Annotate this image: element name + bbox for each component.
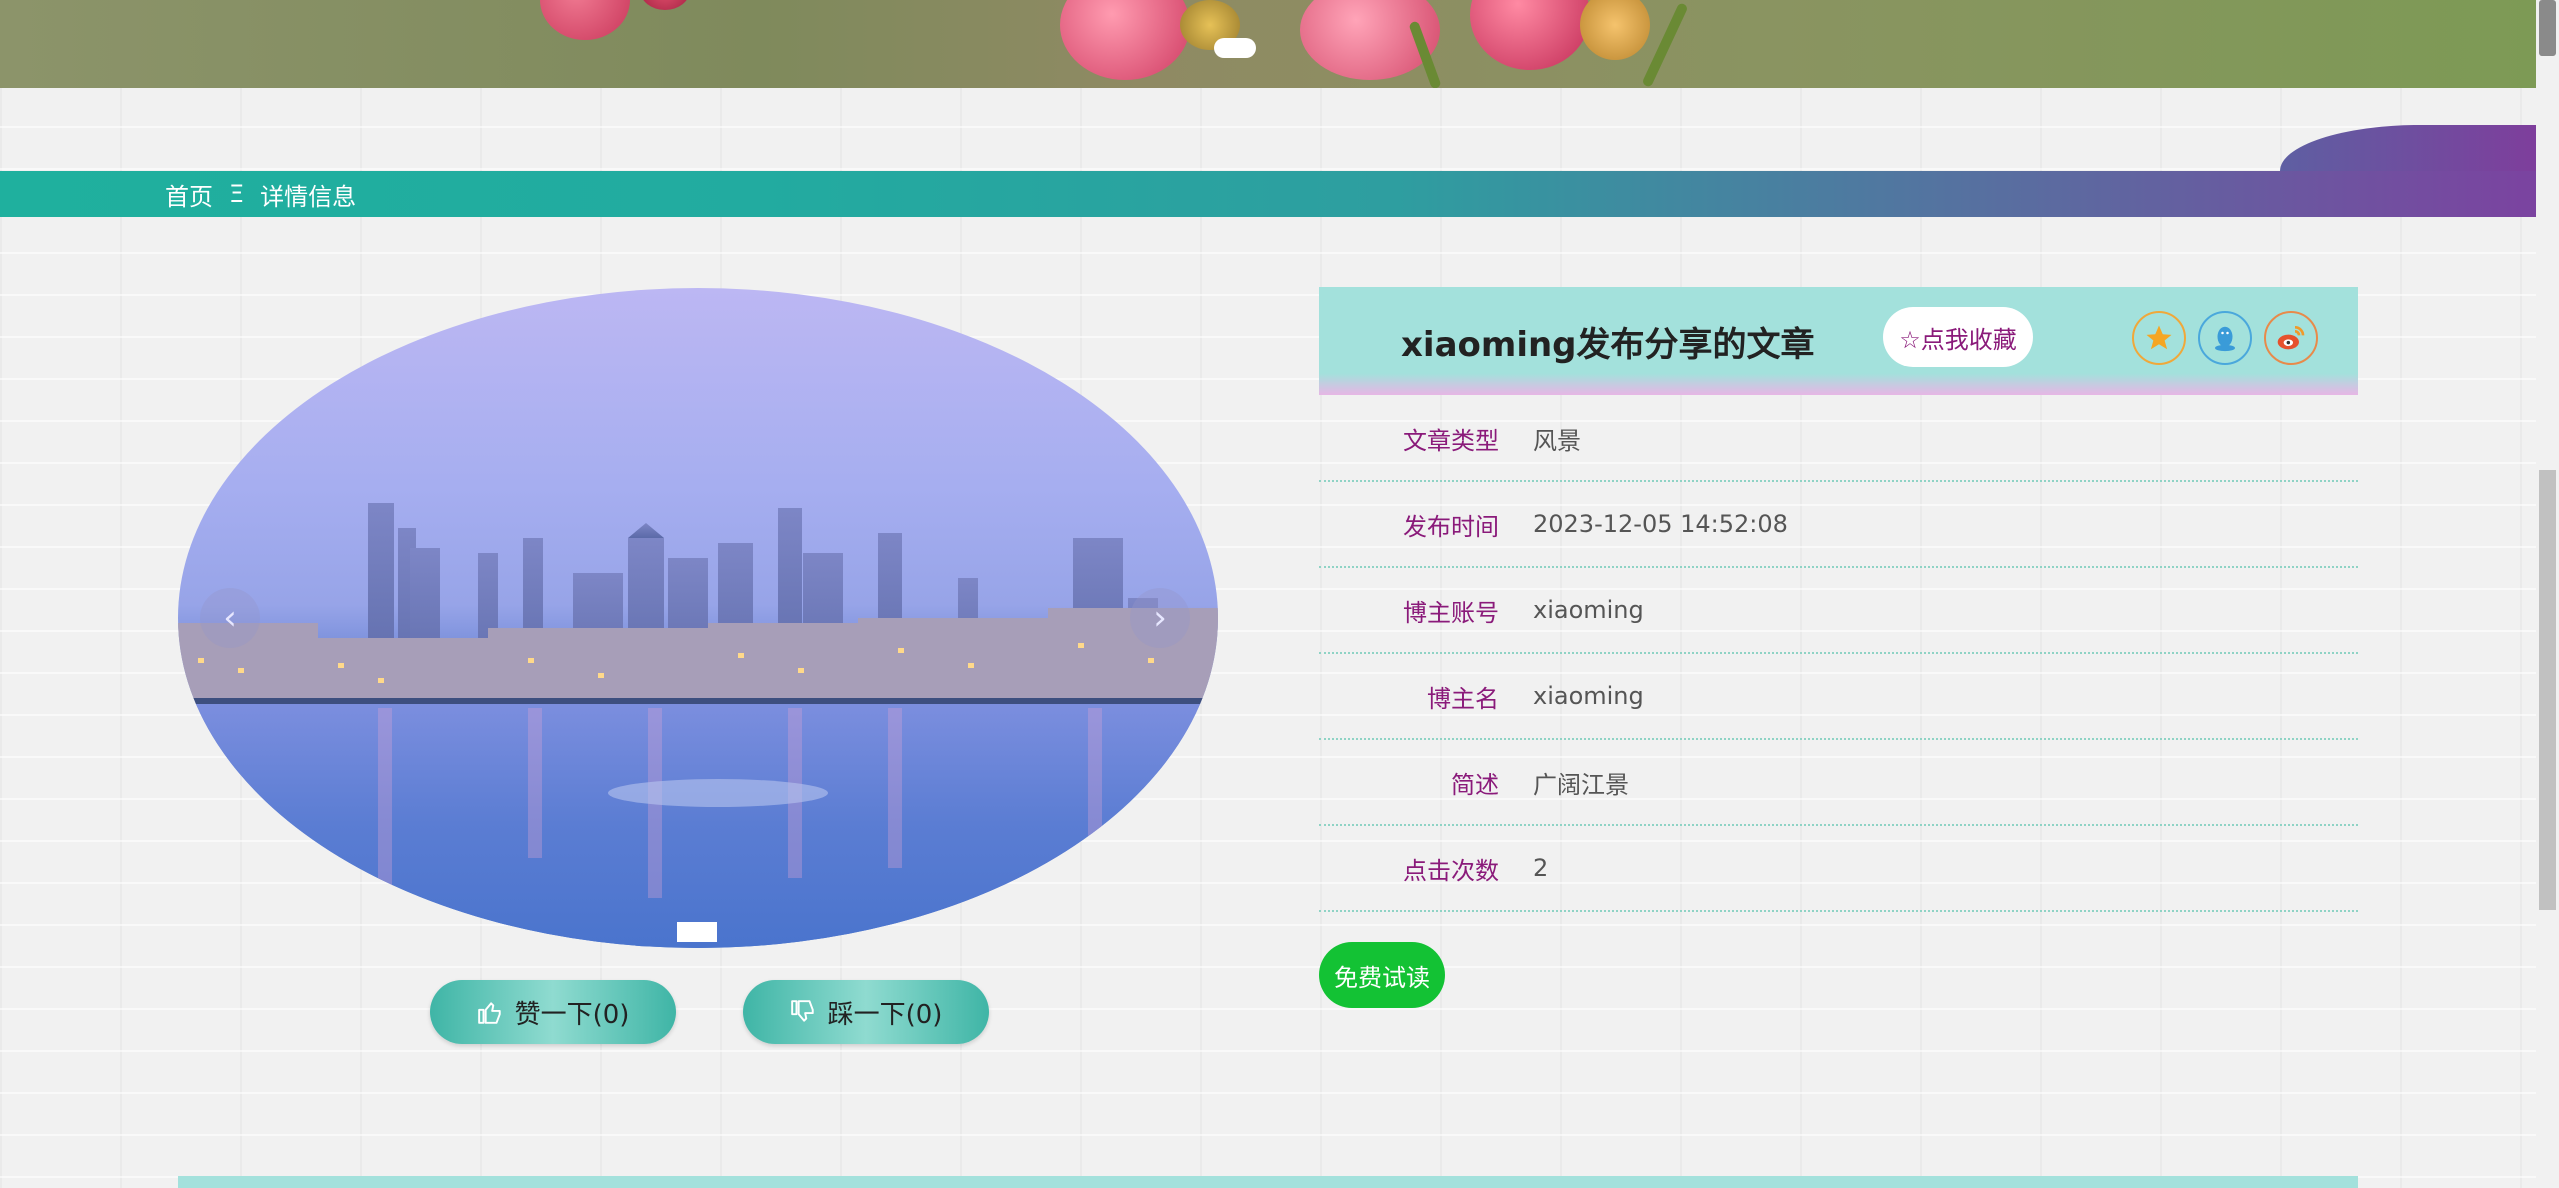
detail-header: xiaoming发布分享的文章 ☆点我收藏	[1319, 287, 2358, 395]
info-row-click-count: 点击次数 2	[1319, 826, 2358, 912]
breadcrumb-separator: Ξ	[229, 180, 245, 208]
star-icon	[2146, 325, 2172, 350]
flower-decoration	[540, 0, 630, 40]
info-row-publish-time: 发布时间 2023-12-05 14:52:08	[1319, 482, 2358, 568]
info-label: 文章类型	[1403, 426, 1499, 455]
thumbs-up-icon	[477, 1002, 501, 1024]
thumbs-down-icon	[790, 1000, 814, 1022]
info-row-blogger-name: 博主名 xiaoming	[1319, 654, 2358, 740]
favorite-star-icon[interactable]	[2132, 311, 2186, 365]
flower-decoration	[1060, 0, 1190, 80]
like-label: 赞一下(0)	[514, 999, 630, 1030]
info-value: 风景	[1533, 426, 1581, 455]
share-qq-icon[interactable]	[2198, 311, 2252, 365]
scrollbar-thumb[interactable]	[2539, 470, 2556, 910]
info-row-category: 文章类型 风景	[1319, 396, 2358, 482]
top-banner	[0, 0, 2536, 88]
info-label: 点击次数	[1403, 856, 1499, 885]
info-row-summary: 简述 广阔江景	[1319, 740, 2358, 826]
scrollbar-top-cap	[2539, 0, 2556, 56]
info-value: xiaoming	[1533, 682, 1644, 710]
breadcrumb-home-link[interactable]: 首页	[165, 177, 213, 212]
qq-penguin-icon	[2215, 326, 2235, 352]
article-title: xiaoming发布分享的文章	[1401, 325, 1815, 365]
like-button[interactable]: 赞一下(0)	[430, 980, 676, 1044]
info-value: 2	[1533, 854, 1549, 882]
next-section-bar	[178, 1176, 2358, 1188]
dislike-label: 踩一下(0)	[827, 999, 943, 1030]
share-weibo-icon[interactable]	[2264, 311, 2318, 365]
info-row-blogger-account: 博主账号 xiaoming	[1319, 568, 2358, 654]
breadcrumb-current: 详情信息	[260, 182, 357, 211]
info-label: 博主名	[1427, 684, 1499, 713]
banner-indicator-dot[interactable]	[1214, 38, 1256, 58]
image-carousel[interactable]: ‹ ›	[178, 288, 1218, 948]
info-value: xiaoming	[1533, 596, 1644, 624]
weibo-icon	[2277, 326, 2305, 350]
info-label: 简述	[1451, 770, 1499, 799]
carousel-prev-arrow-icon[interactable]: ‹	[200, 588, 260, 648]
nav-wave-decoration	[2280, 125, 2536, 171]
breadcrumb: 首页 Ξ 详情信息	[0, 171, 2536, 217]
collect-button[interactable]: ☆点我收藏	[1883, 307, 2033, 367]
carousel-indicator-dot[interactable]	[677, 922, 717, 942]
info-value: 广阔江景	[1533, 770, 1629, 799]
info-label: 发布时间	[1403, 512, 1499, 541]
flower-decoration	[640, 0, 690, 10]
city-skyline-image	[178, 503, 1218, 948]
flower-decoration	[1470, 0, 1590, 70]
info-label: 博主账号	[1403, 598, 1499, 627]
free-trial-button[interactable]: 免费试读	[1319, 942, 1445, 1008]
dislike-button[interactable]: 踩一下(0)	[743, 980, 989, 1044]
info-value: 2023-12-05 14:52:08	[1533, 510, 1788, 538]
flower-decoration	[1580, 0, 1650, 60]
carousel-next-arrow-icon[interactable]: ›	[1130, 588, 1190, 648]
